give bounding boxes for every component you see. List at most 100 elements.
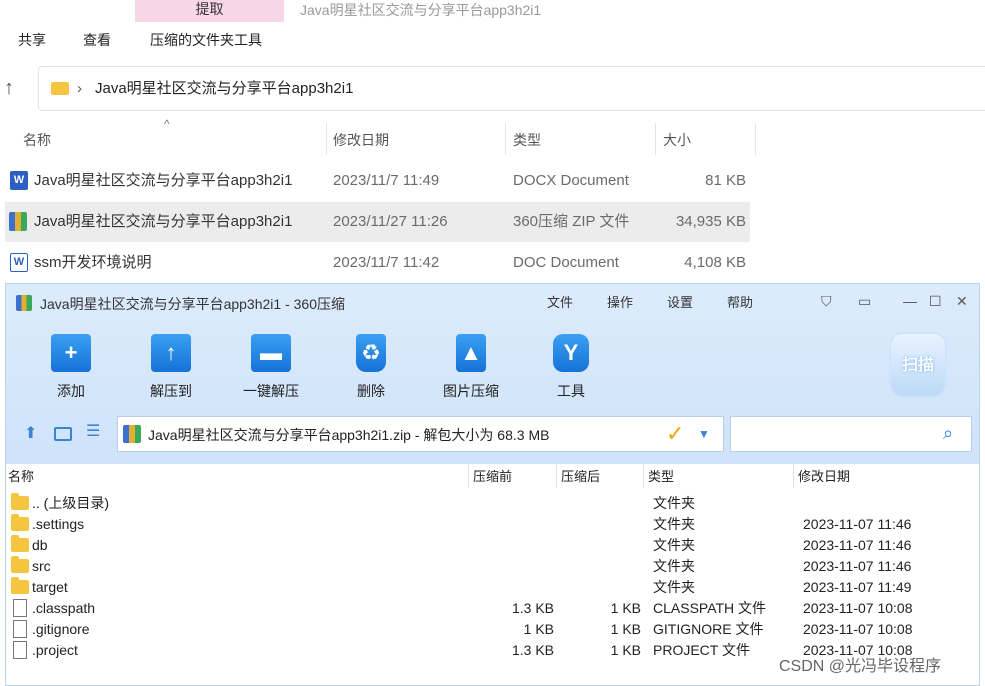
file-name: ssm开发环境说明 — [34, 254, 152, 271]
file-date: 2023/11/7 11:49 — [333, 172, 440, 189]
archive-row[interactable]: .. (上级目录) 文件夹 — [6, 493, 979, 514]
column-header-type[interactable]: 类型 — [513, 130, 541, 150]
file-type: DOC Document — [513, 254, 619, 271]
archive-row[interactable]: .settings 文件夹 2023-11-07 11:46 — [6, 514, 979, 535]
entry-type: 文件夹 — [653, 537, 695, 553]
close-icon[interactable]: ✕ — [956, 292, 968, 310]
column-header-type[interactable]: 类型 — [648, 469, 674, 485]
file-row-selected[interactable]: Java明星社区交流与分享平台app3h2i1 2023/11/27 11:26… — [5, 202, 750, 242]
chevron-right-icon: › — [77, 80, 82, 97]
column-divider[interactable] — [793, 464, 794, 488]
file-date: 2023/11/7 11:42 — [333, 254, 440, 271]
column-divider[interactable] — [468, 464, 469, 488]
file-date: 2023/11/27 11:26 — [333, 213, 448, 230]
sort-ascending-icon: ^ — [164, 117, 170, 131]
maximize-icon[interactable]: ☐ — [929, 292, 942, 310]
watermark: CSDN @光冯毕设程序 — [779, 658, 942, 675]
archive-row[interactable]: src 文件夹 2023-11-07 11:46 — [6, 556, 979, 577]
one-click-extract-button[interactable]: ▬ 一键解压 — [231, 334, 311, 404]
column-header-size[interactable]: 大小 — [663, 130, 691, 150]
search-icon[interactable]: ⌕ — [943, 423, 953, 443]
column-divider[interactable] — [326, 123, 327, 155]
address-bar[interactable]: › Java明星社区交流与分享平台app3h2i1 — [38, 66, 985, 111]
folder-icon — [11, 514, 29, 531]
archive-row[interactable]: target 文件夹 2023-11-07 11:49 — [6, 577, 979, 598]
file-row[interactable]: W ssm开发环境说明 2023/11/7 11:42 DOC Document… — [0, 243, 755, 283]
one-click-extract-label: 一键解压 — [243, 383, 299, 399]
column-header-date[interactable]: 修改日期 — [333, 130, 389, 150]
scan-shield-button[interactable]: 扫描 — [889, 332, 947, 398]
thumbnail-view-icon[interactable] — [54, 427, 72, 441]
tools-button[interactable]: Y 工具 — [531, 334, 611, 404]
column-divider[interactable] — [655, 123, 656, 155]
app-icon — [16, 295, 32, 311]
archive-path: Java明星社区交流与分享平台app3h2i1.zip - 解包大小为 68.3… — [148, 427, 550, 443]
entry-size-before: 1.3 KB — [511, 642, 554, 658]
ribbon-tab-view[interactable]: 查看 — [83, 30, 111, 50]
entry-size-after: 1 KB — [610, 621, 641, 637]
entry-name: .. (上级目录) — [32, 495, 109, 511]
file-name: Java明星社区交流与分享平台app3h2i1 — [34, 213, 293, 230]
zip-window-title: Java明星社区交流与分享平台app3h2i1 - 360压缩 — [40, 296, 345, 312]
add-icon: + — [51, 334, 91, 372]
up-arrow-icon[interactable]: ↑ — [4, 78, 14, 98]
skin-icon[interactable]: ⛉ — [821, 292, 832, 310]
minimize-icon[interactable]: — — [903, 292, 917, 310]
file-row[interactable]: W Java明星社区交流与分享平台app3h2i1 2023/11/7 11:4… — [0, 161, 755, 201]
window-title: Java明星社区交流与分享平台app3h2i1 — [300, 2, 542, 18]
entry-size-before: 1.3 KB — [511, 600, 554, 616]
entry-type: CLASSPATH 文件 — [653, 600, 767, 616]
entry-date: 2023-11-07 10:08 — [803, 600, 913, 616]
column-header-name[interactable]: 名称 — [8, 469, 34, 485]
column-divider[interactable] — [643, 464, 644, 488]
entry-name: .classpath — [32, 600, 96, 616]
add-button[interactable]: + 添加 — [31, 334, 111, 404]
tools-icon: Y — [553, 334, 589, 372]
column-divider[interactable] — [505, 123, 506, 155]
column-header-name[interactable]: 名称 — [23, 130, 51, 150]
entry-type: 文件夹 — [653, 495, 695, 511]
scan-label: 扫描 — [901, 357, 934, 374]
chevron-down-icon[interactable]: ▼ — [698, 426, 710, 442]
entry-type: PROJECT 文件 — [653, 642, 750, 658]
menu-file[interactable]: 文件 — [547, 294, 573, 312]
entry-type: 文件夹 — [653, 516, 695, 532]
extract-to-button[interactable]: ↑ 解压到 — [131, 334, 211, 404]
column-divider[interactable] — [556, 464, 557, 488]
column-divider[interactable] — [755, 123, 756, 155]
ribbon-tab-zip-tools[interactable]: 压缩的文件夹工具 — [150, 30, 262, 50]
up-folder-icon[interactable]: ⬆ — [24, 426, 37, 442]
breadcrumb[interactable]: Java明星社区交流与分享平台app3h2i1 — [95, 79, 353, 99]
image-compress-button[interactable]: ▲ 图片压缩 — [431, 334, 511, 404]
archive-row[interactable]: .classpath 1.3 KB 1 KB CLASSPATH 文件 2023… — [6, 598, 979, 619]
entry-name: db — [32, 537, 48, 553]
folder-icon — [11, 493, 29, 510]
list-view-icon[interactable]: ☰ — [86, 423, 100, 441]
menu-help[interactable]: 帮助 — [727, 294, 753, 312]
screenshot-root: 提取 Java明星社区交流与分享平台app3h2i1 共享 查看 压缩的文件夹工… — [0, 0, 985, 686]
feedback-icon[interactable]: ▭ — [858, 292, 871, 310]
column-header-date[interactable]: 修改日期 — [798, 469, 850, 485]
file-name: Java明星社区交流与分享平台app3h2i1 — [34, 172, 293, 189]
archive-row[interactable]: db 文件夹 2023-11-07 11:46 — [6, 535, 979, 556]
delete-label: 删除 — [357, 383, 385, 399]
delete-button[interactable]: ♻ 删除 — [331, 334, 411, 404]
archive-search-input[interactable]: ⌕ — [730, 416, 972, 452]
menu-settings[interactable]: 设置 — [667, 294, 693, 312]
one-click-extract-icon: ▬ — [251, 334, 291, 372]
entry-name: .settings — [32, 516, 85, 532]
file-icon — [13, 620, 27, 638]
archive-path-bar[interactable]: Java明星社区交流与分享平台app3h2i1.zip - 解包大小为 68.3… — [117, 416, 724, 452]
file-size: 81 KB — [705, 172, 746, 189]
folder-icon — [11, 556, 29, 573]
file-icon — [13, 599, 27, 617]
ribbon-tab-share[interactable]: 共享 — [18, 30, 46, 50]
entry-date: 2023-11-07 11:46 — [803, 516, 912, 532]
tab-extract[interactable]: 提取 — [135, 0, 284, 22]
zip-archive-icon — [9, 212, 27, 231]
archive-row[interactable]: .gitignore 1 KB 1 KB GITIGNORE 文件 2023-1… — [6, 619, 979, 640]
column-header-before[interactable]: 压缩前 — [473, 469, 512, 485]
menu-operation[interactable]: 操作 — [607, 294, 633, 312]
add-label: 添加 — [57, 383, 85, 399]
column-header-after[interactable]: 压缩后 — [561, 469, 600, 485]
